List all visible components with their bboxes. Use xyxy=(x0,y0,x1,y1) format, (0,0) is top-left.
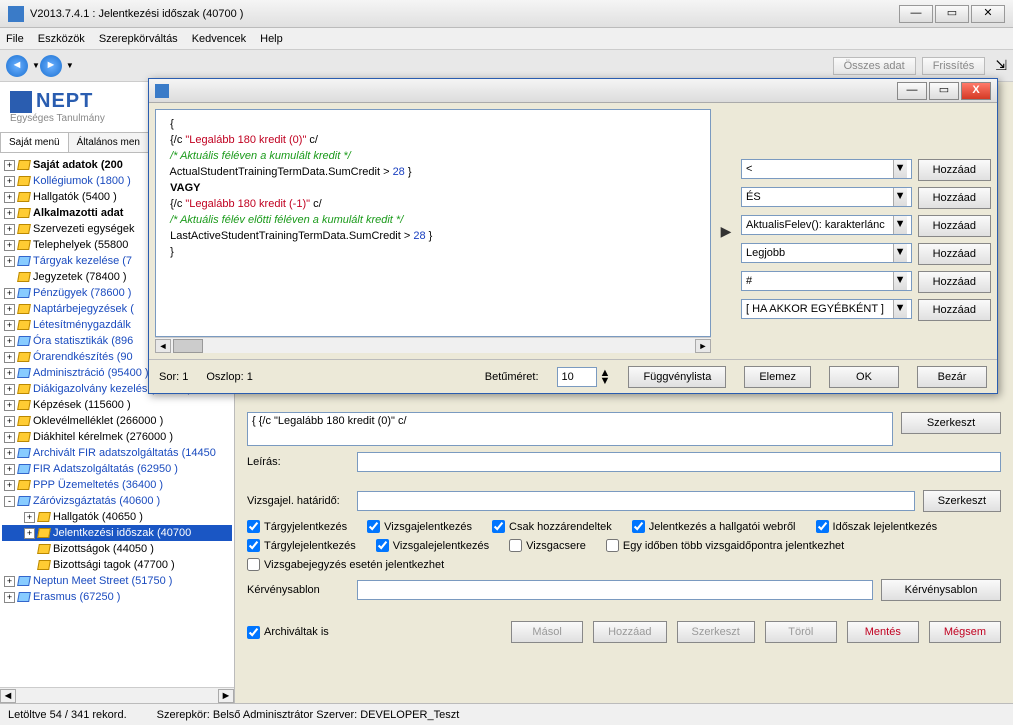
tree-item[interactable]: +Jelentkezési időszak (40700 xyxy=(2,525,232,541)
tree-item[interactable]: +Képzések (115600 ) xyxy=(2,397,232,413)
pin-icon[interactable]: ⇲ xyxy=(995,57,1007,74)
hozzaad-combo-button[interactable]: Hozzáad xyxy=(918,187,991,209)
combo[interactable]: #▼ xyxy=(741,271,912,291)
cursor-col: Oszlop: 1 xyxy=(206,371,252,383)
megsem-button[interactable]: Mégsem xyxy=(929,621,1001,643)
minimize-button[interactable]: — xyxy=(899,5,933,23)
tree-item[interactable]: Bizottsági tagok (47700 ) xyxy=(2,557,232,573)
close-button[interactable]: ✕ xyxy=(971,5,1005,23)
checkbox-egy-időben-több-vizsgaidőpontra-jelentkezhet[interactable]: Egy időben több vizsgaidőpontra jelentke… xyxy=(606,539,844,552)
torol-button[interactable]: Töröl xyxy=(765,621,837,643)
menubar: File Eszközök Szerepkörváltás Kedvencek … xyxy=(0,28,1013,50)
tree-item[interactable]: +Hallgatók (40650 ) xyxy=(2,509,232,525)
maximize-button[interactable]: ▭ xyxy=(935,5,969,23)
dialog-maximize-button[interactable]: ▭ xyxy=(929,82,959,100)
menu-eszkozok[interactable]: Eszközök xyxy=(38,33,85,45)
dialog-minimize-button[interactable]: — xyxy=(897,82,927,100)
checkbox-tárgylejelentkezés[interactable]: Tárgylejelentkezés xyxy=(247,539,356,552)
tree-item[interactable]: +Erasmus (67250 ) xyxy=(2,589,232,605)
leiras-input[interactable] xyxy=(357,452,1001,472)
tree-item[interactable]: +Neptun Meet Street (51750 ) xyxy=(2,573,232,589)
checkbox-tárgyjelentkezés[interactable]: Tárgyjelentkezés xyxy=(247,520,347,533)
nav-fwd-button[interactable]: ► xyxy=(40,55,62,77)
tree-item[interactable]: +Diákhitel kérelmek (276000 ) xyxy=(2,429,232,445)
nav-back-button[interactable]: ◄ xyxy=(6,55,28,77)
statusbar: Letöltve 54 / 341 rekord. Szerepkör: Bel… xyxy=(0,703,1013,725)
dialog-close-button[interactable]: X xyxy=(961,82,991,100)
elemez-button[interactable]: Elemez xyxy=(744,366,811,388)
tree-item[interactable]: +FIR Adatszolgáltatás (62950 ) xyxy=(2,461,232,477)
osszes-adat-button[interactable]: Összes adat xyxy=(833,57,916,75)
checkbox-csak-hozzárendeltek[interactable]: Csak hozzárendeltek xyxy=(492,520,612,533)
kervenysablon-input[interactable] xyxy=(357,580,873,600)
combo[interactable]: Legjobb▼ xyxy=(741,243,912,263)
leiras-label: Leírás: xyxy=(247,456,357,468)
combo[interactable]: AktualisFelev(): karakterlánc▼ xyxy=(741,215,912,235)
hozzaad-combo-button[interactable]: Hozzáad xyxy=(918,271,991,293)
mentes-button[interactable]: Mentés xyxy=(847,621,919,643)
code-hscroll[interactable]: ◄► xyxy=(155,337,711,353)
code-editor[interactable]: { {/c "Legalább 180 kredit (0)" c/ /* Ak… xyxy=(155,109,711,337)
combo[interactable]: <▼ xyxy=(741,159,912,179)
expression-dialog: — ▭ X { {/c "Legalább 180 kredit (0)" c/… xyxy=(148,78,998,394)
combo[interactable]: [ HA AKKOR EGYÉBKÉNT ]▼ xyxy=(741,299,912,319)
checkbox-időszak-lejelentkezés[interactable]: Időszak lejelentkezés xyxy=(816,520,938,533)
szerkeszt-button-2[interactable]: Szerkeszt xyxy=(923,490,1001,512)
tree-item[interactable]: Bizottságok (44050 ) xyxy=(2,541,232,557)
menu-file[interactable]: File xyxy=(6,33,24,45)
checkbox-jelentkezés-a-hallgatói-webről[interactable]: Jelentkezés a hallgatói webről xyxy=(632,520,796,533)
combo[interactable]: ÉS▼ xyxy=(741,187,912,207)
checkbox-grid: Tárgyjelentkezés Vizsgajelentkezés Csak ho… xyxy=(247,520,1001,571)
fontsize-label: Betűméret: xyxy=(485,371,539,383)
menu-szerepkor[interactable]: Szerepkörváltás xyxy=(99,33,178,45)
tree-hscroll[interactable]: ◄ ► xyxy=(0,687,234,703)
tab-sajat-menu[interactable]: Saját menü xyxy=(0,132,69,152)
combo-column: <▼ Hozzáad ÉS▼ Hozzáad AktualisFelev(): kara… xyxy=(741,109,991,353)
fuggvenylista-button[interactable]: Függvénylista xyxy=(628,366,726,388)
hozzaad-button[interactable]: Hozzáad xyxy=(593,621,666,643)
frissites-button[interactable]: Frissítés xyxy=(922,57,986,75)
kervenysablon-button[interactable]: Kérvénysablon xyxy=(881,579,1001,601)
tree-item[interactable]: -Záróvizsgáztatás (40600 ) xyxy=(2,493,232,509)
app-icon xyxy=(8,6,24,22)
vizsga-hatarido-input[interactable] xyxy=(357,491,915,511)
cursor-row: Sor: 1 xyxy=(159,371,188,383)
menu-kedvencek[interactable]: Kedvencek xyxy=(192,33,246,45)
tree-item[interactable]: +Oklevélmelléklet (266000 ) xyxy=(2,413,232,429)
masol-button[interactable]: Másol xyxy=(511,621,583,643)
archivaltak-check[interactable]: Archiváltak is xyxy=(247,626,329,639)
szerkeszt-button-1[interactable]: Szerkeszt xyxy=(901,412,1001,434)
brand-name: NEPT xyxy=(36,90,93,113)
status-left: Letöltve 54 / 341 rekord. xyxy=(8,709,127,721)
menu-help[interactable]: Help xyxy=(260,33,283,45)
logo-icon xyxy=(10,91,32,113)
bezar-button[interactable]: Bezár xyxy=(917,366,987,388)
checkbox-vizsgalejelentkezés[interactable]: Vizsgalejelentkezés xyxy=(376,539,489,552)
transfer-arrow-icon[interactable]: ▶ xyxy=(721,223,732,240)
hozzaad-combo-button[interactable]: Hozzáad xyxy=(918,243,991,265)
dialog-titlebar[interactable]: — ▭ X xyxy=(149,79,997,103)
checkbox-vizsgacsere[interactable]: Vizsgacsere xyxy=(509,539,586,552)
kervenysablon-label: Kérvénysablon xyxy=(247,584,357,596)
hozzaad-combo-button[interactable]: Hozzáad xyxy=(918,299,991,321)
main-titlebar: V2013.7.4.1 : Jelentkezési időszak (4070… xyxy=(0,0,1013,28)
tab-altalanos[interactable]: Általános men xyxy=(68,132,149,152)
dialog-footer: Sor: 1 Oszlop: 1 Betűméret: ▲▼ Függvényl… xyxy=(149,359,997,393)
vizsga-hatarido-label: Vizsgajel. határidő: xyxy=(247,495,357,507)
ok-button[interactable]: OK xyxy=(829,366,899,388)
szerkeszt-button-3[interactable]: Szerkeszt xyxy=(677,621,755,643)
hozzaad-combo-button[interactable]: Hozzáad xyxy=(918,215,991,237)
tree-item[interactable]: +PPP Üzemeltetés (36400 ) xyxy=(2,477,232,493)
hozzaad-combo-button[interactable]: Hozzáad xyxy=(918,159,991,181)
window-title: V2013.7.4.1 : Jelentkezési időszak (4070… xyxy=(30,8,243,20)
condition-preview: { {/c "Legalább 180 kredit (0)" c/ xyxy=(247,412,893,446)
dialog-icon xyxy=(155,84,169,98)
fontsize-spinner[interactable]: ▲▼ xyxy=(557,367,611,387)
checkbox-vizsgajelentkezés[interactable]: Vizsgajelentkezés xyxy=(367,520,472,533)
checkbox-vizsgabejegyzés-esetén-jelentkezhet[interactable]: Vizsgabejegyzés esetén jelentkezhet xyxy=(247,558,444,571)
status-mid: Szerepkör: Belső Adminisztrátor Szerver:… xyxy=(157,709,460,721)
tree-item[interactable]: +Archivált FIR adatszolgáltatás (14450 xyxy=(2,445,232,461)
